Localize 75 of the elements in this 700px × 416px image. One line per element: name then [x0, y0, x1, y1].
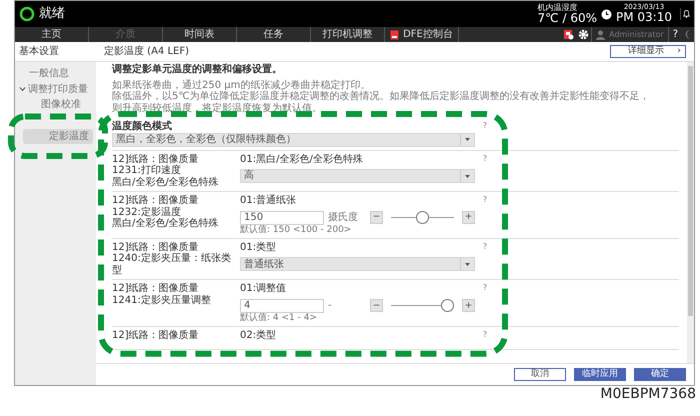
setting-label: 黑白/全彩色/全彩色特殊 — [112, 218, 220, 230]
status-text: 就绪 — [39, 6, 65, 22]
help-link[interactable]: ? — [668, 27, 682, 42]
scrollbar-thumb[interactable] — [688, 66, 693, 316]
setting-label: 1241:定影夹压量调整 — [112, 294, 212, 306]
clock-time: PM 03:10 — [616, 11, 672, 25]
help-icon[interactable]: ? — [475, 242, 495, 276]
sidebar-item[interactable]: 调整打印质量 — [15, 82, 92, 97]
page-title: 定影温度 (A4 LEF) — [104, 46, 190, 58]
bell-icon — [680, 8, 690, 20]
unit-label: 摄氏度 — [328, 212, 359, 224]
help-icon[interactable]: ? — [475, 330, 495, 346]
footer-button[interactable]: 取消 — [514, 368, 566, 381]
status-ring-icon — [19, 6, 35, 22]
setting-label: 1240:定影夹压量：纸张类型 — [112, 253, 232, 276]
default-hint: 默认值: 4 <1 - 4> — [240, 312, 318, 324]
user-icon — [596, 30, 606, 40]
help-icon[interactable]: ? — [475, 154, 495, 188]
help-icon[interactable]: ? — [475, 121, 495, 132]
plus-button[interactable]: + — [462, 211, 475, 224]
caret-icon — [465, 262, 470, 266]
nav-tab[interactable]: 打印机调整 — [311, 27, 385, 42]
user-name: Administrator — [609, 30, 664, 40]
setting-label: 12]纸路：图像质量 — [112, 242, 200, 253]
note-line: 除低温外，以5℃为单位降低定影温度并稳定调整的改善情况。如果降低后定影温度调整的没有改善并定影性能变得不足， — [112, 91, 651, 102]
nav-tab[interactable]: 任务 — [237, 27, 311, 42]
minus-button[interactable]: − — [370, 299, 383, 312]
help-icon[interactable]: ? — [475, 195, 495, 235]
sidebar-item[interactable]: 图像校准 — [15, 97, 85, 112]
setting-label: 黑白/全彩色/全彩色特殊 — [112, 176, 220, 188]
sidebar-item[interactable]: 一般信息 — [15, 66, 73, 82]
nav-tab[interactable]: DFE控制台 — [385, 27, 459, 42]
number-field[interactable]: 150 — [240, 210, 324, 224]
moon-icon[interactable] — [684, 29, 692, 40]
setting-label: 1231:打印速度 — [112, 165, 182, 176]
dropdown[interactable]: 黑白，全彩色，全彩色（仅限特殊颜色） — [112, 132, 475, 146]
dropdown[interactable]: 高 — [240, 169, 475, 183]
setting-label: 12]纸路：图像质量 — [112, 330, 200, 342]
detail-button[interactable]: 详细显示 › — [610, 45, 686, 58]
slider-thumb[interactable] — [416, 211, 429, 224]
printer-alert-icon[interactable] — [563, 29, 574, 40]
summary-text: 调整定影单元温度的调整和偏移设置。 — [112, 64, 283, 76]
figure-code: M0EBPM7368 — [600, 386, 696, 402]
footer-button[interactable]: 确定 — [634, 368, 686, 381]
field-label: 温度颜色模式 — [112, 121, 173, 132]
minus-button[interactable]: − — [370, 211, 383, 224]
unit-label: - — [328, 300, 333, 312]
setting-item: 02:类型 — [240, 330, 278, 342]
setting-item: 01:普通纸张 — [240, 195, 298, 206]
help-icon[interactable]: ? — [475, 283, 495, 324]
caret-icon — [465, 174, 470, 178]
setting-label: 12]纸路：图像质量 — [112, 195, 200, 206]
setting-item: 01:黑白/全彩色/全彩色特殊 — [240, 154, 364, 165]
setting-item: 01:调整值 — [240, 283, 288, 295]
environment-reading: 7℃ / 60% — [538, 12, 597, 26]
sidebar-item[interactable]: 定影温度 — [23, 128, 93, 144]
slider-thumb[interactable] — [441, 299, 454, 312]
chevron-icon — [19, 86, 26, 92]
dropdown[interactable]: 普通纸张 — [240, 257, 475, 272]
setting-item: 01:类型 — [240, 242, 278, 254]
footer-button[interactable]: 临时应用 — [574, 368, 626, 381]
settings-icon[interactable] — [578, 29, 590, 40]
setting-label: 1232:定影温度 — [112, 206, 182, 218]
setting-label: 12]纸路：图像质量 — [112, 154, 200, 164]
caret-icon — [465, 138, 470, 141]
note-line: 如果纸张卷曲，通过250 μm的纸张减少卷曲并稳定打印。 — [112, 80, 372, 90]
nav-tab[interactable]: 时间表 — [163, 27, 237, 42]
clock-icon — [601, 8, 612, 20]
plus-button[interactable]: + — [462, 299, 475, 312]
app-icon — [390, 30, 400, 40]
environment-label: 机内温湿度 — [538, 2, 578, 12]
setting-label: 12]纸路：图像质量 — [112, 283, 200, 294]
default-hint: 默认值: 150 <100 - 200> — [240, 224, 352, 235]
number-field[interactable]: 4 — [240, 298, 324, 313]
sidebar-title: 基本设置 — [19, 46, 59, 57]
